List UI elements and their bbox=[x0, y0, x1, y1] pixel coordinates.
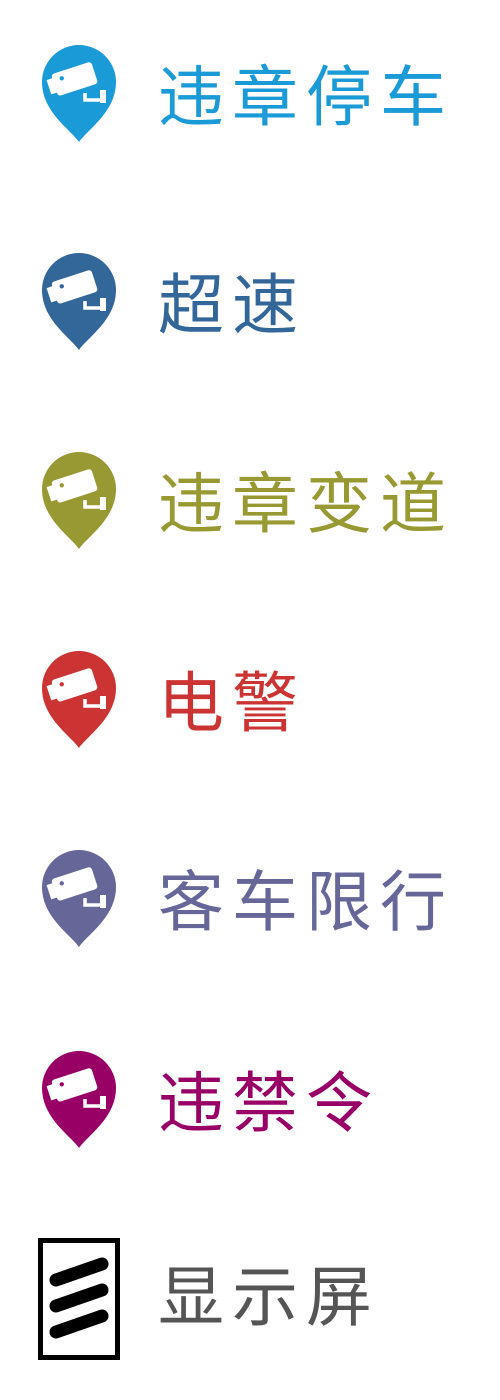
camera-pin-icon bbox=[42, 651, 116, 748]
camera-pin-icon bbox=[42, 253, 116, 350]
legend-item-illegal-lane-change: 违章变道 bbox=[0, 447, 500, 557]
legend-item-display-screen: 显示屏 bbox=[0, 1234, 500, 1360]
legend-label: 电警 bbox=[158, 665, 306, 742]
legend-item-speeding: 超速 bbox=[0, 248, 500, 358]
legend-label: 客车限行 bbox=[158, 864, 454, 941]
legend-item-illegal-parking: 违章停车 bbox=[0, 40, 500, 150]
legend-item-electronic-police: 电警 bbox=[0, 646, 500, 756]
legend-item-bus-restriction: 客车限行 bbox=[0, 845, 500, 955]
camera-pin-icon bbox=[42, 452, 116, 549]
legend-label: 违章停车 bbox=[158, 59, 454, 136]
legend-label: 违禁令 bbox=[158, 1065, 380, 1142]
legend-label: 违章变道 bbox=[158, 466, 454, 543]
camera-pin-icon bbox=[42, 850, 116, 947]
legend-label: 超速 bbox=[158, 267, 306, 344]
legend-label: 显示屏 bbox=[158, 1259, 380, 1336]
display-screen-icon bbox=[38, 1238, 120, 1360]
legend-item-prohibition-violation: 违禁令 bbox=[0, 1046, 500, 1156]
camera-pin-icon bbox=[42, 1051, 116, 1148]
camera-pin-icon bbox=[42, 45, 116, 143]
